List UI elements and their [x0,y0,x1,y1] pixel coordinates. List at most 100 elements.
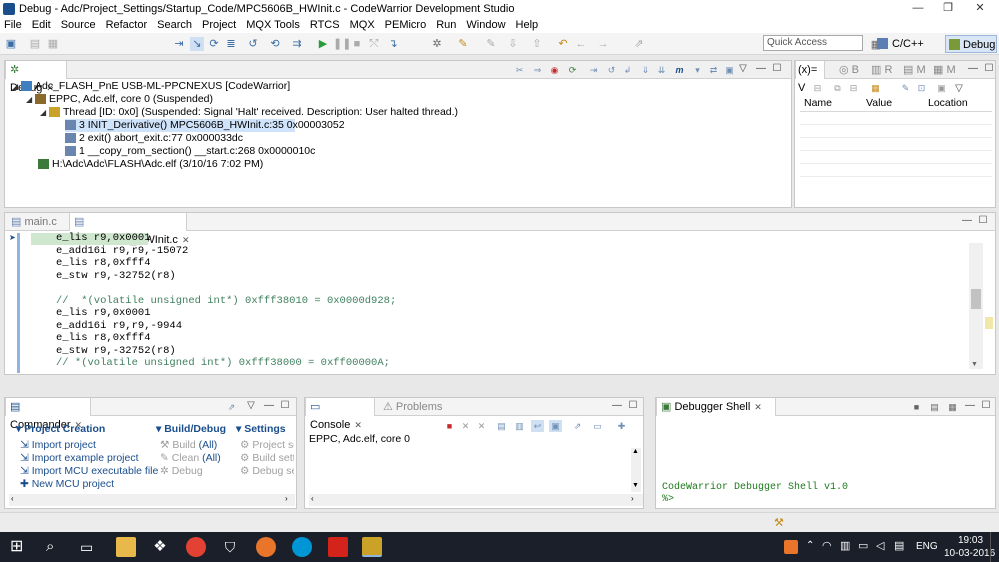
last-edit-icon[interactable]: ↶ [556,37,570,51]
show-type-icon[interactable]: ▣ [935,82,948,94]
maximize-view-icon[interactable]: ☐ [980,400,992,412]
step-into-icon[interactable]: ↴ [386,37,400,51]
instruction-step-icon[interactable]: ↘ [190,37,204,51]
code-line-9[interactable]: e_lis r8,0xfff4 [56,332,151,345]
reset-icon[interactable]: ↺ [246,37,260,51]
registers-icon[interactable]: ≣ [224,37,238,51]
close-button[interactable]: ✕ [964,0,996,17]
code-line-1[interactable]: e_lis r9,0x0001 [56,232,151,245]
menu-pemicro[interactable]: PEMicro [385,19,427,31]
remove-console-icon[interactable]: ✕ [459,420,472,432]
multicore-groups-icon[interactable]: ▾ [691,64,704,76]
scrollbar-thumb[interactable] [971,289,981,309]
editor-vertical-scrollbar[interactable]: ▼ [969,243,983,369]
tab-problems[interactable]: ⚠ Problems [379,398,442,416]
battery-icon[interactable]: ▭ [858,539,868,552]
external-tools-icon[interactable]: ✎ [484,37,498,51]
scroll-down-icon[interactable]: ▼ [971,361,978,368]
maximize-view-icon[interactable]: ☐ [977,215,989,227]
shell-prompt[interactable]: %> [662,494,674,505]
debug-link[interactable]: ✲ Debug [160,465,203,477]
chevron-down-icon[interactable]: ◢ [12,80,21,93]
language-indicator[interactable]: ENG [916,541,938,552]
store-icon[interactable]: ⛉ [220,537,240,557]
maximize-view-icon[interactable]: ☐ [983,63,995,75]
minimize-button[interactable]: — [902,0,934,17]
code-line-3[interactable]: e_lis r8,0xfff4 [56,257,151,270]
tree-core[interactable]: ◢ EPPC, Adc.elf, core 0 (Suspended) [26,93,213,106]
code-line-6[interactable]: // *(volatile unsigned int*) 0xfff38010 … [56,295,396,308]
tree-launch[interactable]: ◢ Adc_FLASH_PnE USB-ML-PPCNEXUS [CodeWarr… [12,80,290,93]
build-link[interactable]: ⚒ Build (All) [160,439,217,451]
minimize-view-icon[interactable]: — [964,400,976,412]
commander-action-icon[interactable]: ⇗ [225,401,238,413]
scroll-left-icon[interactable]: ‹ [311,494,314,503]
tab-hwinit-c[interactable]: ▤ MPC5606B_HWInit.c✕ [69,213,189,246]
collapse-icon[interactable]: ⊡ [915,82,928,94]
menu-refactor[interactable]: Refactor [106,19,148,31]
chevron-down-icon[interactable]: ◢ [40,106,49,119]
new-icon[interactable]: ▣ [4,37,18,51]
menu-help[interactable]: Help [516,19,539,31]
prev-annotation-icon[interactable]: ⇧ [530,37,544,51]
layout-icon[interactable]: ▦ [869,82,882,94]
code-line-11[interactable]: // *(volatile unsigned int*) 0xfff38000 … [56,357,390,370]
remove-launch-icon[interactable]: ✂ [513,64,526,76]
build-settings-link[interactable]: ⚙ Build setti [240,452,294,464]
clean-link[interactable]: ✎ Clean (All) [160,452,221,464]
import-example-link[interactable]: ⇲ Import example project [20,452,139,464]
status-icon[interactable]: ⚒ [774,516,788,530]
dropbox-icon[interactable]: ❖ [150,537,170,557]
menu-window[interactable]: Window [466,19,505,31]
shell-save-icon[interactable]: ▤ [928,401,941,413]
settings-header[interactable]: ▾ Settings [236,423,286,435]
menu-rtcs[interactable]: RTCS [310,19,340,31]
save-icon[interactable]: ▤ [28,37,42,51]
scroll-lock-icon[interactable]: ▥ [513,420,526,432]
code-line-7[interactable]: e_lis r9,0x0001 [56,307,151,320]
project-creation-header[interactable]: ▾ Project Creation [16,423,105,435]
maximize-view-icon[interactable]: ☐ [771,63,783,75]
variables-menu-icon[interactable]: ▽ [953,83,965,95]
scroll-right-icon[interactable]: › [285,494,288,503]
step-over-icon[interactable]: ↺ [605,64,618,76]
suspend-icon[interactable]: ❚❚ [333,37,351,51]
code-line-10[interactable]: e_stw r9,-32752(r8) [56,345,176,358]
tab-memory[interactable]: ▤ M [899,61,926,79]
column-name[interactable]: Name [804,97,832,109]
restart-icon[interactable]: ⟲ [268,37,282,51]
tab-registers[interactable]: ▥ R [867,61,892,79]
console-horizontal-scrollbar[interactable]: ‹ › [309,494,643,506]
menu-edit[interactable]: Edit [32,19,51,31]
stack-frame-3[interactable]: 3 INIT_Derivative() MPC5606B_HWInit.c:35… [65,119,345,132]
tab-console[interactable]: ▭ Console ✕ [305,398,375,431]
view-menu-icon[interactable]: ▽ [245,400,257,412]
import-project-link[interactable]: ⇲ Import project [20,439,96,451]
show-console-icon[interactable]: ▣ [549,420,562,432]
step-icon[interactable]: ⇥ [587,64,600,76]
clear-console-icon[interactable]: ▤ [495,420,508,432]
firefox-icon[interactable] [256,537,276,557]
terminate-debug-icon[interactable]: ◉ [548,64,561,76]
multicore-icon[interactable]: m [673,64,686,76]
new-mcu-project-link[interactable]: ✚ New MCU project [20,478,114,490]
maximize-view-icon[interactable]: ☐ [279,400,291,412]
scroll-right-icon[interactable]: › [631,494,634,503]
show-icon[interactable]: ▣ [723,64,736,76]
collapse-all-icon[interactable]: ⊟ [811,82,824,94]
menu-run[interactable]: Run [436,19,456,31]
minimize-view-icon[interactable]: — [263,400,275,412]
task-view-icon[interactable]: ▭ [80,537,100,557]
remove-all-icon[interactable]: ✕ [475,420,488,432]
menu-search[interactable]: Search [157,19,192,31]
tab-debugger-shell[interactable]: ▣ Debugger Shell ✕ [656,398,776,416]
close-icon[interactable]: ✕ [754,402,762,412]
build-all-link[interactable]: (All) [199,439,218,451]
file-explorer-icon[interactable] [116,537,136,557]
resume-all-icon[interactable]: ⇒ [531,64,544,76]
tab-debug[interactable]: ✲ Debug✕ [5,61,67,94]
minimize-view-icon[interactable]: — [967,63,979,75]
forward-icon[interactable]: → [596,37,610,51]
menu-project[interactable]: Project [202,19,236,31]
code-line-2[interactable]: e_add16i r9,r9,-15072 [56,245,188,258]
